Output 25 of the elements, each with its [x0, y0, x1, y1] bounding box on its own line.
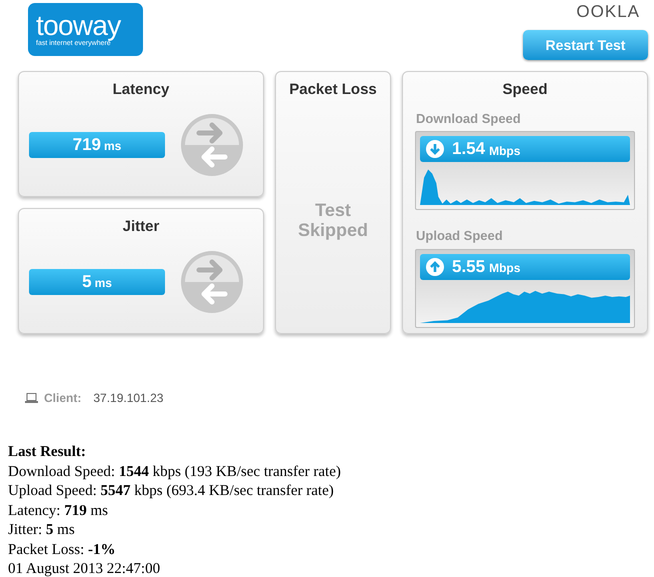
brand-logo: OOKLA	[576, 3, 640, 20]
result-line: Jitter: 5 ms	[8, 521, 76, 540]
result-line: Upload Speed: 5547 kbps (693.4 KB/sec transfer rate)	[8, 482, 335, 501]
metric-value: 5 ms	[29, 268, 165, 294]
result-line: Latency: 719 ms	[8, 502, 109, 520]
laptop-icon	[25, 393, 38, 403]
test-label: Download Speed	[415, 110, 522, 128]
result-line: Packet Loss: -1%	[8, 540, 116, 560]
panel-title: Packet Loss	[289, 80, 377, 100]
speed-value: 1.54 Mbps	[420, 136, 630, 162]
test-label: Upload Speed	[415, 227, 504, 245]
speed-value: 5.55 Mbps	[420, 254, 630, 280]
panel-title: Jitter	[122, 217, 160, 237]
result-line: 01 August 2013 22:47:00	[8, 560, 162, 577]
panel-title: Latency	[112, 80, 170, 100]
arrows-icon	[179, 112, 245, 178]
client-ip: 37.19.101.23	[93, 390, 164, 407]
result-line: Download Speed: 1544 kbps (193 KB/sec transfer rate)	[8, 462, 342, 482]
test-status: Test Skipped	[296, 200, 369, 240]
restart-button[interactable]: Restart Test	[523, 30, 648, 60]
client-label: Client:	[44, 390, 82, 407]
panel-title: Speed	[501, 80, 548, 100]
result-title: Last Result:	[8, 443, 87, 462]
arrows-icon	[179, 248, 245, 314]
metric-value: 719 ms	[29, 132, 165, 158]
